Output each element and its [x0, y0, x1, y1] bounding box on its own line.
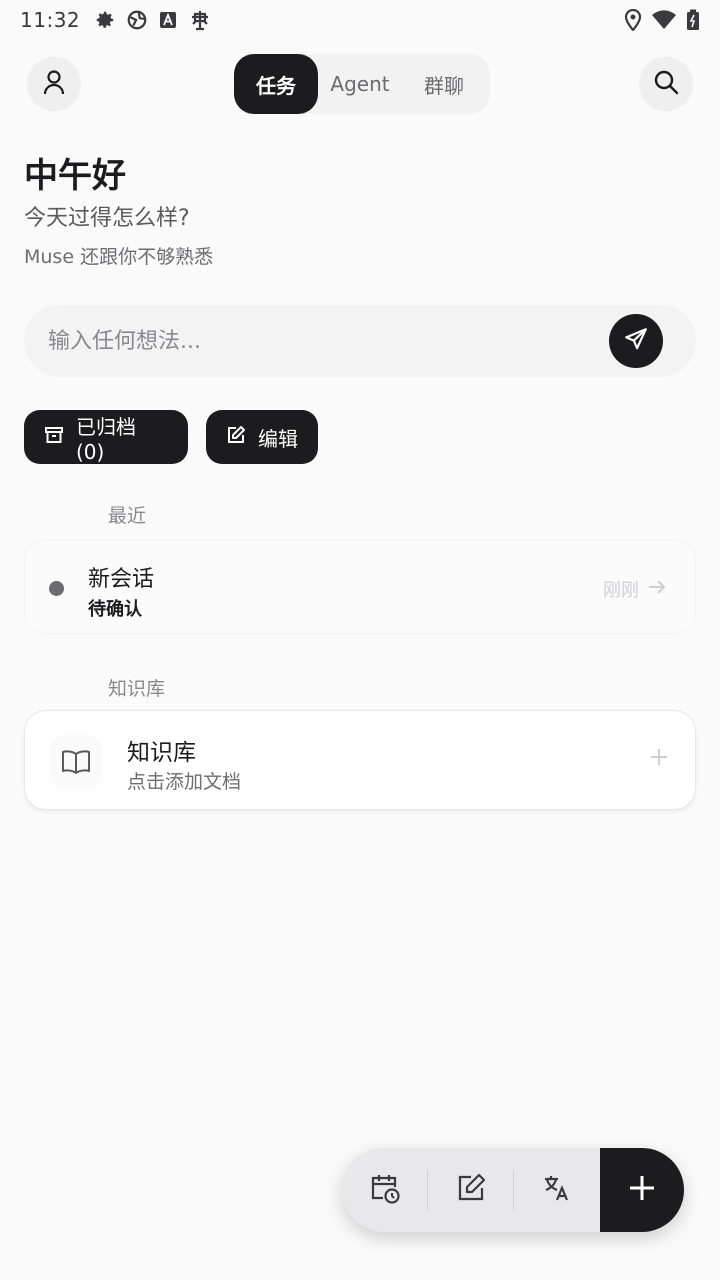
knowledge-section-label: 知识库	[108, 678, 166, 700]
composer	[24, 305, 696, 377]
archive-icon	[44, 425, 64, 450]
archived-button[interactable]: 已归档 (0)	[24, 410, 188, 464]
calendar-clock-icon	[368, 1171, 402, 1209]
edit-button[interactable]: 编辑	[206, 410, 318, 464]
bug-icon	[188, 8, 212, 32]
send-button[interactable]	[609, 314, 663, 368]
session-title: 新会话	[88, 567, 155, 592]
edit-icon	[455, 1172, 487, 1208]
arrow-right-icon	[647, 578, 667, 601]
a-badge-icon	[158, 10, 178, 30]
recent-section-label: 最近	[108, 505, 147, 527]
knowledge-base-card[interactable]: 知识库 点击添加文档	[24, 710, 696, 810]
tab-switcher: 任务 Agent 群聊	[234, 54, 490, 114]
session-status: 待确认	[88, 599, 142, 620]
new-task-button[interactable]	[600, 1148, 684, 1232]
user-icon	[42, 68, 66, 100]
knowledge-card-subtitle: 点击添加文档	[127, 771, 242, 793]
battery-icon	[686, 9, 700, 31]
translate-icon	[542, 1173, 572, 1207]
greeting-note: Muse 还跟你不够熟悉	[24, 246, 214, 268]
edit-label: 编辑	[258, 426, 298, 451]
floating-action-bar	[342, 1148, 684, 1232]
add-document-button[interactable]	[649, 747, 669, 771]
session-time-group: 刚刚	[603, 576, 667, 602]
archived-label: 已归档 (0)	[76, 414, 136, 464]
schedule-button[interactable]	[342, 1148, 428, 1232]
tab-group-chat[interactable]: 群聊	[402, 54, 486, 114]
greeting-subtitle: 今天过得怎么样?	[24, 206, 190, 231]
translate-button[interactable]	[514, 1148, 600, 1232]
tab-agent[interactable]: Agent	[318, 54, 402, 114]
greeting-title: 中午好	[24, 156, 126, 196]
globe-icon	[126, 9, 148, 31]
search-button[interactable]	[639, 57, 693, 111]
tab-tasks[interactable]: 任务	[234, 54, 318, 114]
session-time: 刚刚	[603, 580, 639, 601]
profile-button[interactable]	[27, 57, 81, 111]
list-item[interactable]: 新会话 待确认 刚刚	[24, 540, 696, 634]
status-dot	[49, 581, 64, 596]
knowledge-card-title: 知识库	[127, 740, 196, 766]
status-bar: 11:32	[0, 0, 720, 40]
message-input[interactable]	[48, 328, 588, 354]
send-icon	[623, 326, 649, 356]
search-icon	[653, 69, 679, 99]
plus-icon	[627, 1173, 657, 1207]
location-icon	[624, 9, 642, 31]
compose-button[interactable]	[428, 1148, 514, 1232]
wifi-icon	[652, 10, 676, 30]
status-time: 11:32	[20, 8, 81, 32]
plus-icon	[649, 749, 669, 771]
edit-icon	[226, 425, 246, 450]
gear-icon	[94, 9, 116, 31]
book-icon	[49, 735, 103, 789]
